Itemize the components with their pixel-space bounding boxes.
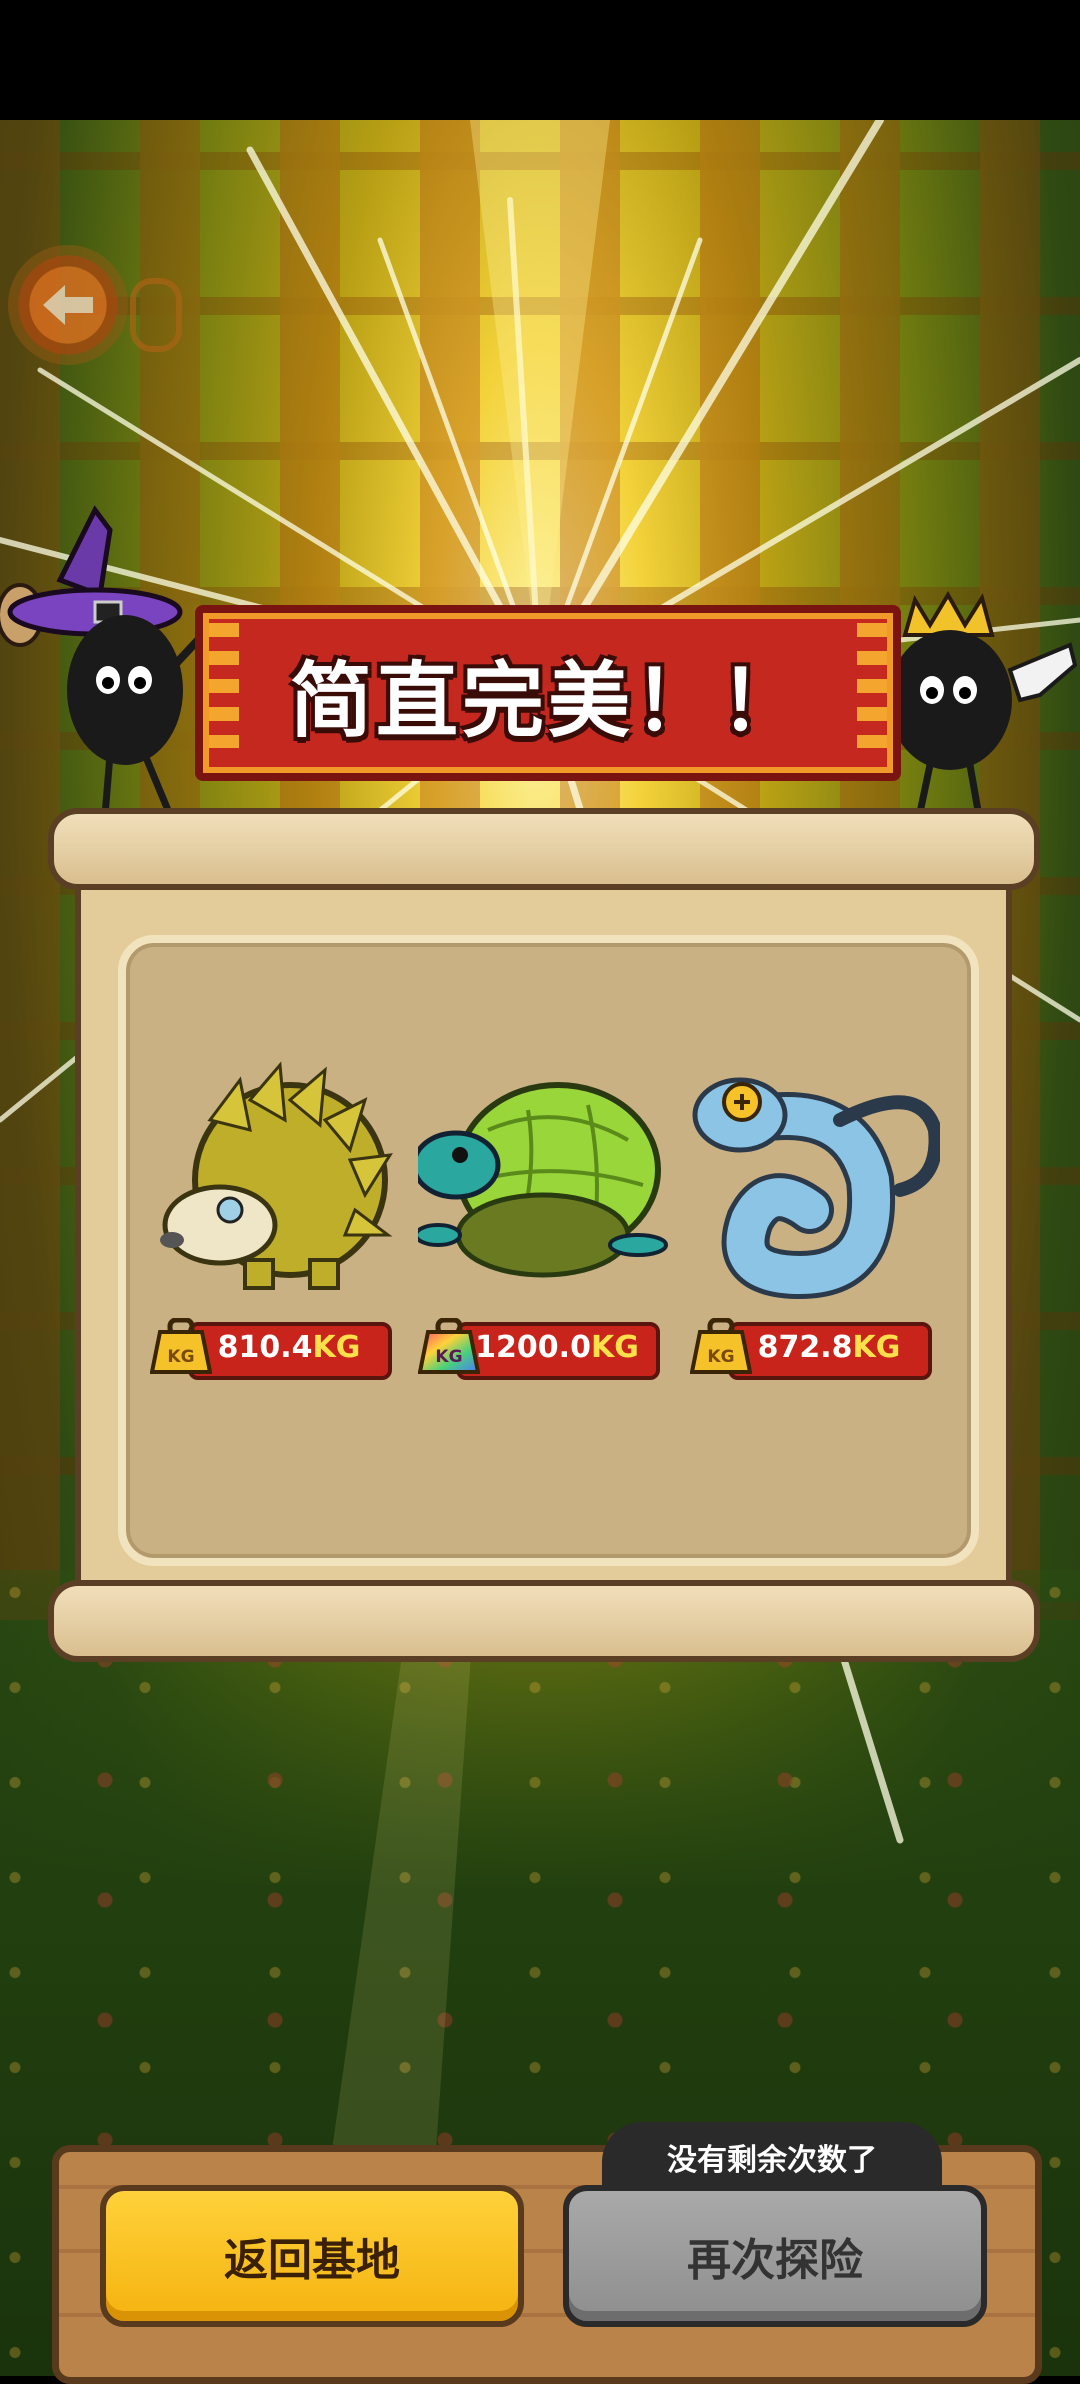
hedgehog-image [160, 1061, 393, 1290]
svg-text:KG: KG [167, 1347, 194, 1367]
king-creature [870, 591, 1078, 823]
return-home-button[interactable]: 返回基地 [100, 2185, 524, 2327]
turtle-image [418, 1082, 668, 1278]
result-banner: 简直完美！！ [195, 605, 901, 781]
back-button[interactable] [8, 245, 128, 365]
weight-badge: KG 810.4 KG [150, 1318, 392, 1380]
arrow-left-icon [43, 285, 93, 325]
svg-text:KG: KG [435, 1347, 462, 1367]
explore-again-button[interactable]: 再次探险 [563, 2185, 987, 2327]
status-bar [0, 0, 1080, 120]
catch-item-turtle[interactable]: KG 1200.0 KG [418, 1060, 668, 1390]
weight-value: 810.4 KG [217, 1329, 361, 1365]
scroll-top-roll [48, 808, 1040, 890]
scroll-bottom-roll [48, 1580, 1040, 1662]
svg-text:KG: KG [707, 1347, 734, 1367]
chameleon-image [692, 1077, 940, 1300]
back-button-ring [130, 278, 182, 352]
weight-badge: KG 872.8 KG [690, 1318, 932, 1380]
weight-value: 872.8 KG [757, 1329, 901, 1365]
weight-value: 1200.0 KG [475, 1329, 639, 1365]
catch-item-chameleon[interactable]: KG 872.8 KG [690, 1060, 940, 1390]
remaining-notice: 没有剩余次数了 [602, 2122, 942, 2192]
witch-creature [0, 505, 215, 817]
result-title: 简直完美！！ [289, 653, 806, 749]
weight-badge: KG 1200.0 KG [418, 1318, 660, 1380]
catch-item-hedgehog[interactable]: KG 810.4 KG [150, 1060, 400, 1390]
